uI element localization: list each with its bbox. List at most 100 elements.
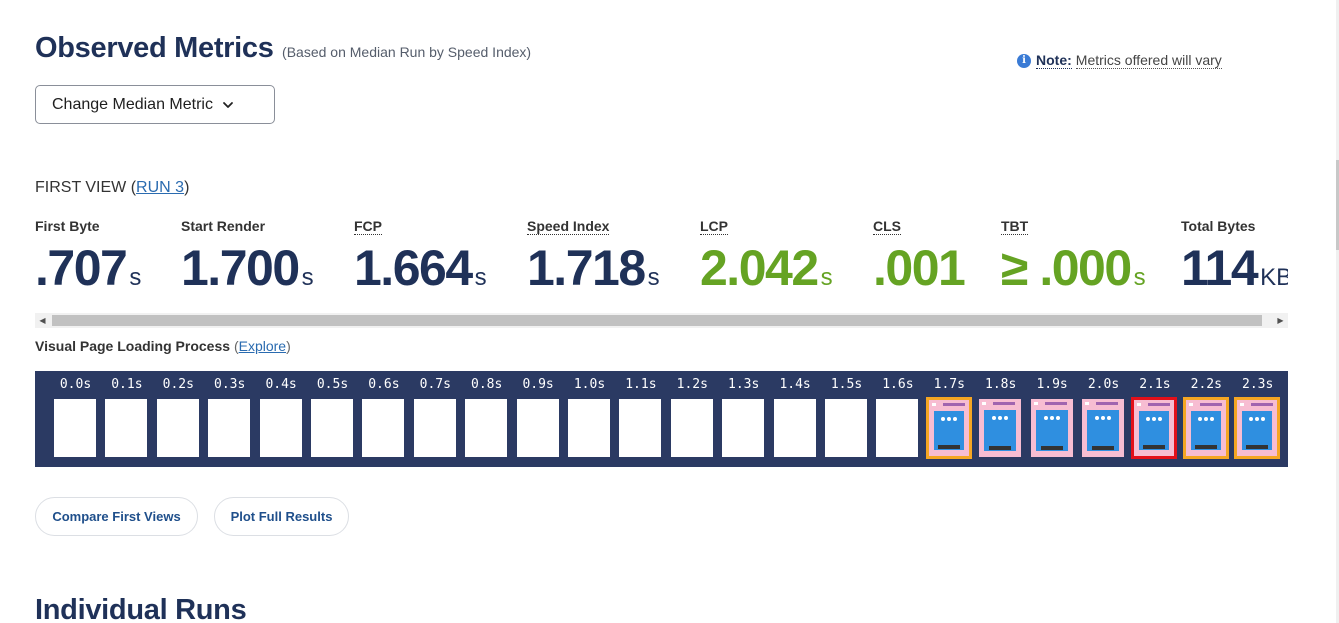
frame-thumbnail[interactable] bbox=[1234, 397, 1281, 459]
frame-thumbnail[interactable] bbox=[1030, 399, 1073, 457]
filmstrip-frame[interactable]: 2.3s bbox=[1232, 371, 1283, 467]
frame-thumbnail[interactable] bbox=[465, 399, 508, 457]
frame-thumbnail[interactable] bbox=[979, 399, 1022, 457]
thumb-header-block bbox=[982, 402, 987, 405]
thumb-footer-bar bbox=[989, 446, 1012, 450]
thumb-title-block bbox=[942, 403, 965, 406]
thumb-title-block bbox=[1199, 403, 1222, 406]
filmstrip-frame[interactable]: 0.0s bbox=[50, 371, 101, 467]
frame-time-label: 0.5s bbox=[316, 377, 349, 392]
metric-first-byte: First Byte .707 s bbox=[35, 218, 141, 298]
metric-label[interactable]: LCP bbox=[700, 219, 728, 235]
frame-thumbnail[interactable] bbox=[156, 399, 199, 457]
frame-thumbnail[interactable] bbox=[105, 399, 148, 457]
metric-number: .001 bbox=[873, 240, 966, 296]
metrics-horizontal-scrollbar[interactable]: ◀ ▶ bbox=[35, 313, 1288, 328]
metric-label[interactable]: TBT bbox=[1001, 219, 1029, 235]
thumb-dot bbox=[1249, 417, 1254, 421]
filmstrip-frame[interactable]: 1.4s bbox=[770, 371, 821, 467]
scroll-right-arrow-icon[interactable]: ▶ bbox=[1273, 313, 1288, 328]
filmstrip-frame[interactable]: 0.6s bbox=[358, 371, 409, 467]
thumb-dot bbox=[946, 417, 951, 421]
thumb-dot bbox=[1043, 416, 1048, 420]
filmstrip-frame[interactable]: 2.1s bbox=[1129, 371, 1180, 467]
frame-thumbnail[interactable] bbox=[773, 399, 816, 457]
thumb-dots bbox=[1146, 417, 1163, 421]
note-text[interactable]: Metrics offered will vary bbox=[1075, 52, 1222, 69]
filmstrip-frame[interactable]: 0.3s bbox=[204, 371, 255, 467]
metric-value: .001 bbox=[873, 242, 967, 298]
metric-label[interactable]: Speed Index bbox=[527, 219, 610, 235]
thumb-title-block bbox=[1044, 402, 1067, 405]
thumb-dot bbox=[998, 416, 1003, 420]
filmstrip-frame[interactable]: 0.2s bbox=[153, 371, 204, 467]
frame-thumbnail[interactable] bbox=[54, 399, 96, 457]
frame-time-label: 0.0s bbox=[59, 377, 92, 392]
metric-total-bytes: Total Bytes 114 KB bbox=[1181, 218, 1288, 298]
frame-thumbnail[interactable] bbox=[311, 399, 353, 457]
thumb-dots bbox=[1197, 417, 1214, 421]
metric-label: First Byte bbox=[35, 218, 100, 234]
frame-thumbnail[interactable] bbox=[825, 399, 867, 457]
frame-thumbnail[interactable] bbox=[516, 399, 559, 457]
frame-thumbnail[interactable] bbox=[413, 399, 456, 457]
frame-time-label: 0.1s bbox=[111, 377, 143, 392]
filmstrip-frame[interactable]: 0.1s bbox=[101, 371, 152, 467]
filmstrip-frame[interactable]: 0.5s bbox=[307, 371, 358, 467]
filmstrip-frame[interactable]: 1.1s bbox=[615, 371, 666, 467]
horizontal-scrollbar-thumb[interactable] bbox=[52, 315, 1262, 326]
filmstrip-frame[interactable]: 1.8s bbox=[975, 371, 1026, 467]
metric-unit: s bbox=[474, 264, 487, 291]
frame-thumbnail[interactable] bbox=[568, 399, 610, 457]
filmstrip-frame[interactable]: 1.6s bbox=[872, 371, 923, 467]
filmstrip-frame[interactable]: 1.5s bbox=[821, 371, 872, 467]
filmstrip-frame[interactable]: 1.0s bbox=[564, 371, 615, 467]
thumb-title-block bbox=[1148, 403, 1171, 406]
chevron-down-icon bbox=[223, 101, 233, 108]
metric-label[interactable]: FCP bbox=[354, 219, 382, 235]
explore-link[interactable]: Explore bbox=[239, 338, 286, 354]
metric-label[interactable]: CLS bbox=[873, 219, 901, 235]
frame-time-label: 0.3s bbox=[214, 377, 246, 392]
filmstrip-frame[interactable]: 2.2s bbox=[1181, 371, 1232, 467]
thumb-header-block bbox=[1033, 402, 1038, 405]
filmstrip-frame[interactable]: 0.4s bbox=[256, 371, 307, 467]
filmstrip-frame[interactable]: 1.7s bbox=[924, 371, 975, 467]
change-median-metric-label: Change Median Metric bbox=[52, 95, 213, 113]
thumb-footer-bar bbox=[1143, 445, 1166, 449]
filmstrip-frame[interactable]: 1.9s bbox=[1027, 371, 1078, 467]
frame-thumbnail[interactable] bbox=[876, 399, 919, 457]
frame-thumbnail[interactable] bbox=[362, 399, 405, 457]
thumb-dot bbox=[952, 417, 957, 421]
frame-thumbnail[interactable] bbox=[259, 399, 302, 457]
filmstrip-frame[interactable]: 0.7s bbox=[410, 371, 461, 467]
frame-time-label: 2.1s bbox=[1139, 377, 1171, 392]
filmstrip-frame[interactable]: 1.2s bbox=[667, 371, 718, 467]
frame-thumbnail[interactable] bbox=[1182, 397, 1229, 459]
first-view-heading: FIRST VIEW (RUN 3) bbox=[35, 179, 189, 197]
frame-thumbnail[interactable] bbox=[1131, 397, 1178, 459]
frame-thumbnail[interactable] bbox=[722, 399, 765, 457]
scroll-left-arrow-icon[interactable]: ◀ bbox=[35, 313, 50, 328]
frame-thumbnail[interactable] bbox=[1082, 399, 1124, 457]
frame-thumbnail[interactable] bbox=[670, 399, 713, 457]
thumb-title-block bbox=[1251, 403, 1274, 406]
filmstrip-frame[interactable]: 0.9s bbox=[513, 371, 564, 467]
frame-thumbnail[interactable] bbox=[619, 399, 662, 457]
change-median-metric-button[interactable]: Change Median Metric bbox=[35, 85, 275, 124]
metric-number: ≥ .000 bbox=[1001, 240, 1132, 296]
frame-thumbnail[interactable] bbox=[208, 399, 251, 457]
plot-full-results-button[interactable]: Plot Full Results bbox=[214, 497, 349, 536]
metric-speed-index: Speed Index 1.718 s bbox=[527, 218, 660, 298]
observed-metrics-header: Observed Metrics (Based on Median Run by… bbox=[35, 32, 531, 65]
filmstrip-frame[interactable]: 0.8s bbox=[461, 371, 512, 467]
run-3-link[interactable]: RUN 3 bbox=[136, 179, 184, 196]
thumb-footer-bar bbox=[937, 445, 960, 449]
frame-thumbnail[interactable] bbox=[925, 397, 972, 459]
thumb-dot bbox=[940, 417, 945, 421]
compare-first-views-button[interactable]: Compare First Views bbox=[35, 497, 198, 536]
filmstrip-frame[interactable]: 2.0s bbox=[1078, 371, 1129, 467]
thumb-content-panel bbox=[984, 410, 1017, 451]
note-label[interactable]: Note: bbox=[1036, 52, 1072, 69]
filmstrip-frame[interactable]: 1.3s bbox=[718, 371, 769, 467]
